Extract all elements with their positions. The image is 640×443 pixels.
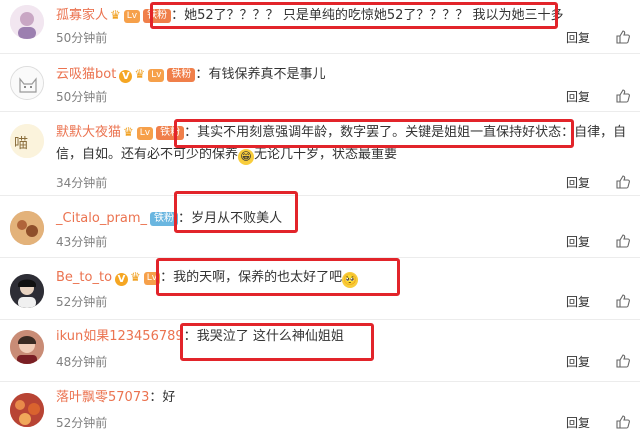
level-badge: Lv bbox=[136, 127, 154, 140]
thumb-up-icon[interactable] bbox=[616, 89, 630, 103]
comment-time: 50分钟前 bbox=[56, 90, 108, 104]
reply-button[interactable]: 回复 bbox=[566, 353, 590, 370]
avatar[interactable] bbox=[10, 393, 44, 427]
reply-button[interactable]: 回复 bbox=[566, 88, 590, 105]
comment-time: 52分钟前 bbox=[56, 295, 108, 309]
highlight-box bbox=[150, 2, 558, 29]
fan-badge: 铁粉 bbox=[167, 68, 196, 82]
highlight-box bbox=[174, 119, 574, 148]
highlight-box bbox=[180, 323, 374, 361]
reply-button[interactable]: 回复 bbox=[566, 29, 590, 46]
comment-text: 好 bbox=[162, 390, 176, 405]
username[interactable]: 孤寡家人 bbox=[56, 8, 108, 23]
crown-icon: ♛ bbox=[130, 270, 141, 284]
comment-time: 34分钟前 bbox=[56, 176, 108, 190]
avatar[interactable] bbox=[10, 211, 44, 245]
level-badge: Lv bbox=[148, 69, 165, 82]
reply-button[interactable]: 回复 bbox=[566, 233, 590, 250]
emoji-icon: 😁 bbox=[238, 149, 255, 165]
level-badge: Lv bbox=[123, 10, 141, 23]
comment-list: 孤寡家人 ♛ Lv 铁粉 ：她52了？？？？ 只是单纯的吃惊她52了？？？？ 我以为她三… bbox=[0, 0, 640, 443]
comment-row: _Citalo_pram_ 铁粉 ：岁月从不败美人 43分钟前 回复 bbox=[0, 196, 640, 258]
reply-button[interactable]: 回复 bbox=[566, 293, 590, 310]
highlight-box bbox=[156, 258, 400, 296]
comment-text-continued: 无论几十岁，状态最重要 bbox=[254, 147, 398, 162]
avatar-image bbox=[10, 5, 44, 39]
thumb-up-icon[interactable] bbox=[616, 415, 630, 429]
comment-time: 48分钟前 bbox=[56, 355, 108, 369]
reply-button[interactable]: 回复 bbox=[566, 414, 590, 431]
thumb-up-icon[interactable] bbox=[616, 234, 630, 248]
comment-time: 52分钟前 bbox=[56, 416, 108, 430]
username[interactable]: 云吸猫bot bbox=[56, 67, 116, 82]
avatar-image bbox=[11, 67, 43, 99]
crown-icon: ♛ bbox=[110, 8, 121, 22]
verified-badge: V bbox=[119, 70, 133, 83]
comment-row: 落叶飘零57073：好 52分钟前 回复 bbox=[0, 382, 640, 443]
avatar[interactable] bbox=[10, 66, 44, 100]
colon: ： bbox=[195, 67, 209, 82]
username[interactable]: ikun如果123456789 bbox=[56, 329, 184, 344]
comment-time: 43分钟前 bbox=[56, 235, 108, 249]
crown-icon: ♛ bbox=[134, 67, 146, 81]
colon: ： bbox=[149, 390, 163, 405]
thumb-up-icon[interactable] bbox=[616, 30, 630, 44]
avatar-image bbox=[10, 330, 44, 364]
avatar[interactable] bbox=[10, 330, 44, 364]
comment-line: 落叶飘零57073：好 bbox=[56, 387, 630, 409]
comment-line: _Citalo_pram_ 铁粉 ：岁月从不败美人 bbox=[56, 208, 630, 230]
username[interactable]: _Citalo_pram_ bbox=[56, 211, 147, 226]
avatar-image bbox=[10, 211, 44, 245]
thumb-up-icon[interactable] bbox=[616, 175, 630, 189]
avatar[interactable]: 喵 bbox=[10, 124, 44, 158]
thumb-up-icon[interactable] bbox=[616, 294, 630, 308]
avatar[interactable] bbox=[10, 5, 44, 39]
comment-line: 云吸猫bot V ♛ Lv 铁粉 ：有钱保养真不是事儿 bbox=[56, 63, 630, 86]
crown-icon: ♛ bbox=[123, 125, 134, 139]
verified-badge: V bbox=[115, 273, 129, 286]
highlight-box bbox=[174, 191, 298, 233]
username[interactable]: 落叶飘零57073 bbox=[56, 390, 149, 405]
reply-button[interactable]: 回复 bbox=[566, 174, 590, 191]
avatar-image: 喵 bbox=[10, 124, 44, 158]
avatar-image bbox=[10, 393, 44, 427]
comment-text: 有钱保养真不是事儿 bbox=[208, 67, 326, 82]
svg-text:喵: 喵 bbox=[14, 136, 28, 152]
comment-time: 50分钟前 bbox=[56, 31, 108, 45]
avatar[interactable] bbox=[10, 274, 44, 308]
username[interactable]: 默默大夜猫 bbox=[56, 125, 121, 140]
username[interactable]: Be_to_to bbox=[56, 270, 112, 285]
avatar-image bbox=[10, 274, 44, 308]
comment-row: 云吸猫bot V ♛ Lv 铁粉 ：有钱保养真不是事儿 50分钟前 回复 bbox=[0, 54, 640, 112]
thumb-up-icon[interactable] bbox=[616, 354, 630, 368]
